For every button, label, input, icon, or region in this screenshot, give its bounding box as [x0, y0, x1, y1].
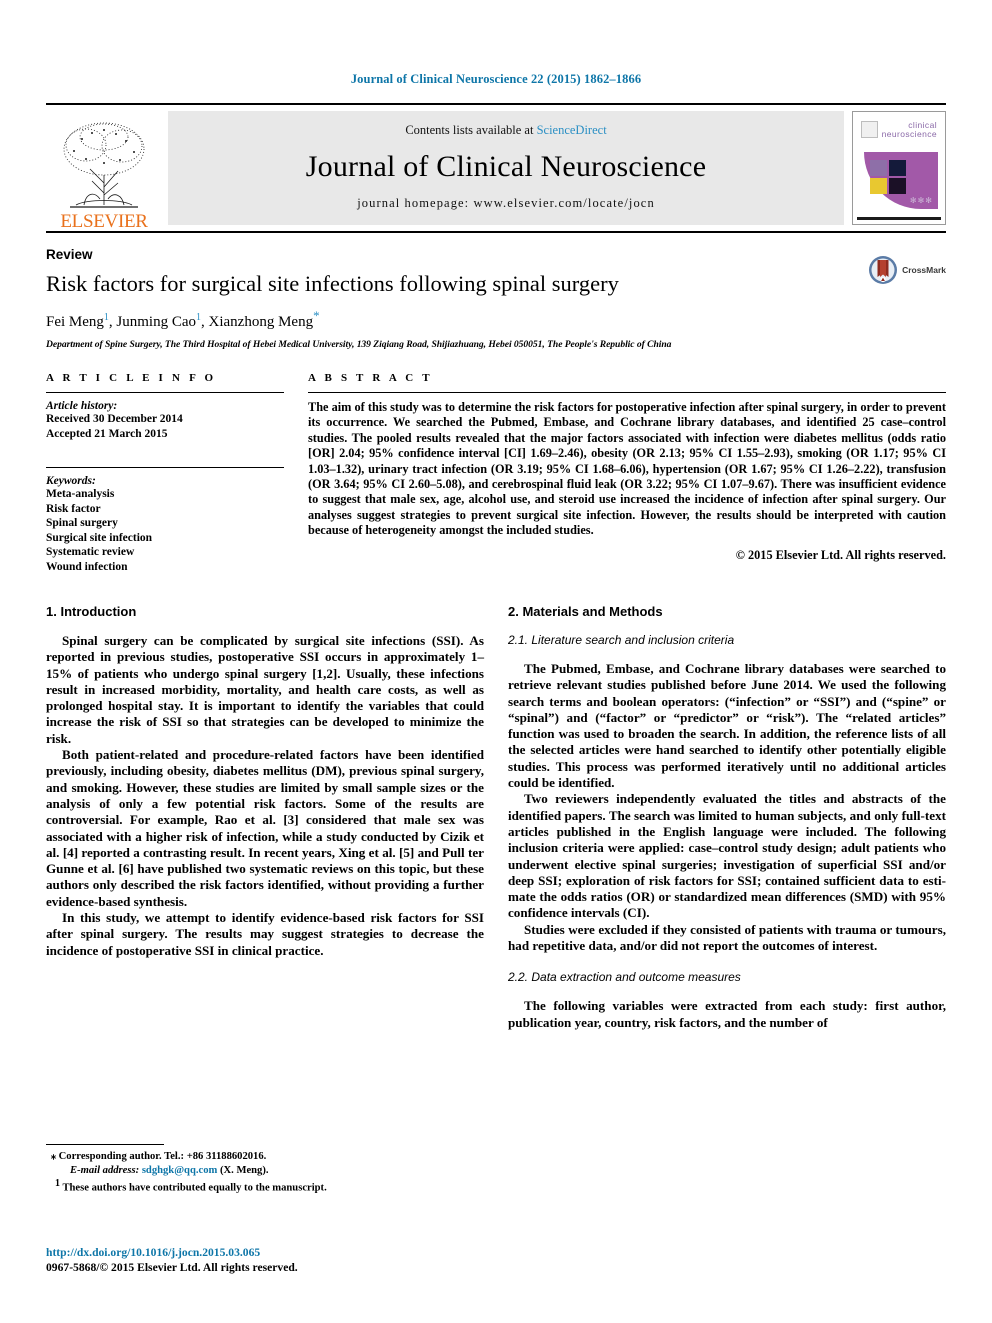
author-sup-1: 1 [103, 312, 109, 323]
article-title-block: Review Risk factors for surgical site in… [46, 233, 946, 350]
article-received-date: Received 30 December 2014 [46, 413, 183, 425]
body-columns: 1. Introduction Spinal surgery can be co… [46, 604, 946, 1074]
journal-cover-thumbnail: clinical neuroscience ✻✻✻ [852, 111, 946, 225]
masthead-center-panel: Contents lists available at ScienceDirec… [168, 111, 844, 225]
cover-purple-block: ✻✻✻ [864, 152, 938, 209]
section-heading-methods: 2. Materials and Methods [508, 604, 663, 619]
abstract-rule [308, 392, 946, 393]
subsection-heading-literature-search: 2.1. Literature search and inclusion cri… [508, 633, 735, 647]
running-head: Journal of Clinical Neuroscience 22 (201… [350, 72, 642, 86]
keyword-item: Wound infection [46, 560, 128, 573]
footnote-email-label: E-mail address: [70, 1164, 140, 1176]
cover-tile-3 [870, 178, 887, 194]
cover-title-sub: neuroscience [881, 129, 937, 139]
cover-inner: clinical neuroscience ✻✻✻ [857, 116, 941, 220]
body-left-column: 1. Introduction Spinal surgery can be co… [46, 604, 484, 1074]
footnote-equal-text: These authors have contributed equally t… [62, 1182, 327, 1194]
footnote-email-suffix: (X. Meng). [219, 1164, 269, 1176]
author-list: Fei Meng1, Junming Cao1, Xianzhong Meng* [46, 308, 320, 330]
crossmark-badge[interactable]: CrossMark [868, 255, 946, 285]
abstract-copyright: © 2015 Elsevier Ltd. All rights reserved… [735, 547, 946, 562]
article-accepted-date: Accepted 21 March 2015 [46, 427, 168, 440]
sciencedirect-link[interactable]: ScienceDirect [537, 123, 607, 137]
keywords-label: Keywords: [46, 475, 96, 487]
elsevier-wordmark: ELSEVIER [60, 211, 148, 232]
footnote-email-address[interactable]: sdghgk@qq.com [142, 1165, 218, 1176]
intro-paragraph-2: Both patient-related and procedure-relat… [46, 747, 484, 909]
elsevier-logo: ELSEVIER [46, 105, 162, 231]
article-info-column: A R T I C L E I N F O Article history: R… [46, 372, 284, 574]
footnote-rule [46, 1144, 164, 1145]
article-history-label: Article history: [46, 400, 118, 412]
footnote-block: ⁎ Corresponding author. Tel.: +86 311886… [46, 1144, 486, 1195]
author-sup-3: * [313, 308, 320, 323]
article-type-label: Review [46, 247, 93, 262]
subsection-heading-data-extraction: 2.2. Data extraction and outcome measure… [508, 970, 741, 985]
intro-paragraph-1: Spinal surgery can be complicated by sur… [46, 633, 484, 746]
cover-image-grid [870, 160, 906, 194]
journal-title: Journal of Clinical Neuroscience [305, 150, 707, 183]
issn-copyright-line: 0967-5868/© 2015 Elsevier Ltd. All right… [46, 1261, 298, 1274]
footnote-star-mark: ⁎ [51, 1151, 56, 1162]
journal-homepage[interactable]: journal homepage: www.elsevier.com/locat… [357, 196, 655, 211]
footnote-corresponding-text: Corresponding author. Tel.: +86 31188602… [58, 1151, 267, 1162]
keyword-item: Systematic review [46, 546, 135, 558]
author-name-3: Xianzhong Meng [208, 314, 314, 330]
doi-link[interactable]: http://dx.doi.org/10.1016/j.jocn.2015.03… [46, 1245, 486, 1260]
methods-paragraph-1: The Pubmed, Embase, and Cochrane library… [508, 661, 946, 791]
crossmark-icon [869, 256, 898, 284]
keyword-item: Risk factor [46, 502, 101, 515]
journal-masthead: ELSEVIER Contents lists available at Sci… [46, 103, 946, 231]
footnote-corresponding-author: ⁎ Corresponding author. Tel.: +86 311886… [46, 1150, 486, 1164]
abstract-text: The aim of this study was to determine t… [308, 400, 946, 538]
footnote-equal-contribution: 1 These authors have contributed equally… [46, 1177, 486, 1195]
keyword-item: Meta-analysis [46, 488, 115, 500]
cover-footer-glyphs: ✻✻✻ [909, 196, 933, 205]
author-sup-2: 1 [196, 312, 202, 323]
article-info-heading: A R T I C L E I N F O [46, 372, 217, 384]
cover-elsevier-mark-icon [861, 121, 878, 138]
info-abstract-row: A R T I C L E I N F O Article history: R… [46, 372, 946, 574]
contents-available-line: Contents lists available at ScienceDirec… [405, 123, 606, 138]
cover-tile-1 [870, 160, 887, 176]
section-heading-introduction: 1. Introduction [46, 604, 137, 619]
keyword-item: Surgical site infection [46, 531, 153, 544]
author-affiliation: Department of Spine Surgery, The Third H… [46, 339, 672, 350]
keywords-rule [46, 467, 284, 468]
page-title: Risk factors for surgical site infection… [46, 271, 619, 296]
keyword-item: Spinal surgery [46, 517, 118, 529]
cover-tile-4 [889, 178, 906, 194]
paper-page: Journal of Clinical Neuroscience 22 (201… [0, 0, 992, 1323]
abstract-column: A B S T R A C T The aim of this study wa… [308, 372, 946, 574]
article-info-rule [46, 392, 284, 393]
author-name-1: Fei Meng [46, 314, 104, 330]
crossmark-label: CrossMark [902, 265, 946, 275]
abstract-heading: A B S T R A C T [308, 372, 433, 384]
methods-paragraph-2: Two reviewers independently evaluated th… [508, 791, 946, 921]
body-right-column: 2. Materials and Methods 2.1. Literature… [508, 604, 946, 1074]
author-name-2: Junming Cao [116, 314, 197, 330]
methods-paragraph-4: The following variables were extracted f… [508, 998, 946, 1030]
footnote-email-line: E-mail address: sdghgk@qq.com (X. Meng). [46, 1164, 486, 1178]
cover-title-text: clinical neuroscience [882, 121, 937, 139]
elsevier-tree-icon [63, 122, 145, 208]
footnote-numeric-mark: 1 [55, 1178, 60, 1190]
cover-tile-2 [889, 160, 906, 176]
footer-doi-block: http://dx.doi.org/10.1016/j.jocn.2015.03… [46, 1245, 486, 1275]
methods-paragraph-3: Studies were excluded if they consisted … [508, 921, 946, 954]
intro-paragraph-3: In this study, we attempt to identify ev… [46, 910, 484, 958]
contents-prefix: Contents lists available at [405, 123, 537, 137]
